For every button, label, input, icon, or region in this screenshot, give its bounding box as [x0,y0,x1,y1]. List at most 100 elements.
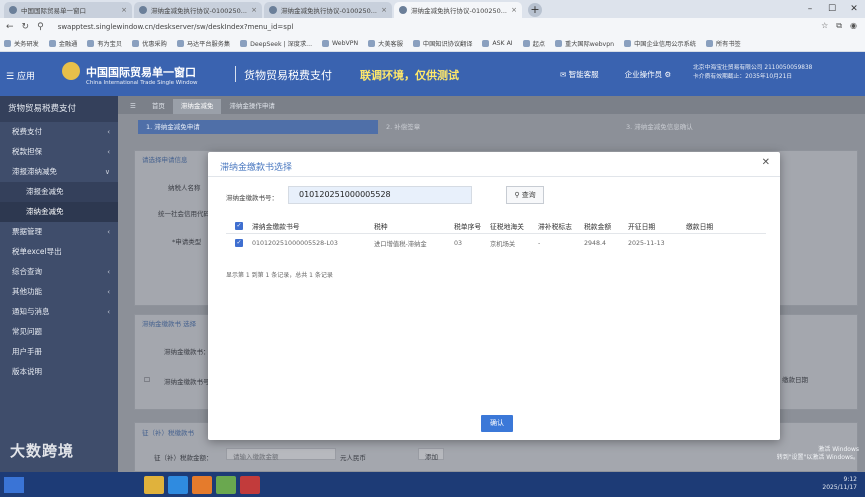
col-seq: 税单序号 [454,222,482,231]
row-checkbox[interactable]: ✓ [226,239,252,247]
bookmark[interactable]: 重大国际webvpn [555,39,614,48]
bookmark[interactable]: DeepSeek | 深度求... [240,39,312,48]
cell-amount: 2948.4 [584,239,607,247]
brand-title: 中国国际贸易单一窗口 [86,66,196,79]
sidebar-item-version[interactable]: 版本说明 [0,362,118,382]
add-button[interactable]: 添加 [418,448,444,461]
bookmarks-bar: 关务研发 金融通 有为宝贝 优惠采购 马达平台服务集 DeepSeek | 深度… [0,36,865,52]
table-row[interactable]: ✓ 010120251000005528-L03 进口增值税-滞纳金 03 京机… [226,234,766,252]
extensions-icon[interactable]: ⧉ [836,21,842,31]
brand-subtitle: China International Trade Single Window [86,80,198,86]
sidebar-item-late-reduction[interactable]: 滞报滞纳减免 ∨ [0,162,118,182]
bookmark[interactable]: WebVPN [322,40,358,47]
url-field[interactable]: swapptest.singlewindow.cn/deskserver/sw/… [58,23,294,31]
browser-app-icon[interactable] [192,475,212,494]
window-controls: – ☐ ✕ [799,0,865,18]
app-icon[interactable] [240,475,260,494]
maximize-icon[interactable]: ☐ [821,0,843,18]
refresh-icon[interactable]: ↻ [22,22,30,32]
lock-icon: ⚲ [37,22,44,32]
start-icon[interactable] [4,476,24,493]
receipt-label: 滞纳金缴款书： [164,348,210,356]
cell-customs: 京机场关 [490,240,516,248]
col-start-date: 开征日期 [628,222,656,231]
sidebar-item-tax-payment[interactable]: 税费支付 ‹ [0,122,118,142]
col-flag: 滞补税标志 [538,222,572,231]
bookmark[interactable]: 起点 [522,39,545,48]
site-icon [399,6,407,14]
minimize-icon[interactable]: – [799,0,821,18]
bookmark-icon [624,40,632,47]
close-icon[interactable]: × [121,6,127,14]
operator-button[interactable]: 企业操作员 ⚙ [625,69,672,80]
explorer-icon[interactable] [144,475,164,494]
step-3: 3. 滞纳金减免信息确认 [626,123,693,131]
star-icon[interactable]: ☆ [821,21,828,31]
tab-home[interactable]: 首页 [144,99,173,114]
ie-icon[interactable] [168,475,188,494]
browser-tab-active[interactable]: 滞纳金减免执行协议-0100250... × [394,2,522,18]
tab-late-fee[interactable]: 滞纳金减免 [172,99,222,114]
cell-seq: 03 [454,239,463,247]
bookmark[interactable]: 中国企业信用公示系统 [624,39,696,48]
confirm-button[interactable]: 确认 [481,415,513,432]
bookmark-icon [48,40,56,47]
back-icon[interactable]: ← [6,22,14,32]
sidebar-item-late-report-reduction[interactable]: 滞报金减免 [0,182,118,202]
sidebar-item-other[interactable]: 其他功能 ‹ [0,282,118,302]
logo-icon [62,62,80,80]
sidebar-item-tax-guarantee[interactable]: 税款担保 ‹ [0,142,118,162]
col-customs: 征税地海关 [490,222,524,231]
close-icon[interactable]: × [381,6,387,14]
amount-input[interactable]: 请输入缴款金额 [226,448,336,461]
search-button[interactable]: ⚲ 查询 [506,186,544,204]
sidebar-item-query[interactable]: 综合查询 ‹ [0,262,118,282]
bookmark[interactable]: 金融通 [48,39,77,48]
sidebar-item-manual[interactable]: 用户手册 [0,342,118,362]
sidebar-item-excel-export[interactable]: 税单excel导出 [0,242,118,262]
browser-tab[interactable]: 滞纳金减免执行协议-0100250... × [264,2,392,18]
sidebar-item-receipts[interactable]: 票据管理 ‹ [0,222,118,242]
bookmark[interactable]: 所有书签 [705,39,741,48]
bookmark[interactable]: 有为宝贝 [87,39,122,48]
sidebar-item-notice[interactable]: 通知与消息 ‹ [0,302,118,322]
check-icon: ✓ [235,239,243,247]
bookmark[interactable]: 马达平台服务集 [176,39,230,48]
profile-icon[interactable]: ◉ [850,21,857,31]
apply-type-label: *申请类型 [172,238,202,246]
bookmark[interactable]: ASK AI [482,40,513,47]
select-all-checkbox[interactable]: ✓ [226,221,252,230]
receipt-section-title: 滞纳金缴款书 选择 [142,320,197,328]
browser-tab[interactable]: 滞纳金减免执行协议-0100250... × [134,2,262,18]
sidebar-item-faq[interactable]: 常见问题 [0,322,118,342]
chevron-down-icon: ‹ [107,228,110,236]
chevron-down-icon: ‹ [107,128,110,136]
close-icon[interactable]: × [251,6,257,14]
new-tab-button[interactable]: + [528,3,542,17]
tab-late-fee-apply[interactable]: 滞纳金操作申请 [221,99,283,114]
folder-icon [705,40,713,47]
cell-start-date: 2025-11-13 [628,239,665,247]
close-icon[interactable]: ✕ [762,157,770,168]
bookmark[interactable]: 中国知识协议翻译 [412,39,472,48]
browser-tab[interactable]: 中国国际贸易单一窗口 × [4,2,132,18]
home-icon[interactable]: ☰ [122,99,144,114]
sidebar-item-late-fee-reduction[interactable]: 滞纳金减免 [0,202,118,222]
bookmark[interactable]: 关务研发 [4,39,39,48]
app-menu-button[interactable]: ☰ 应用 [6,69,35,82]
smart-service-button[interactable]: ✉ 智能客服 [560,69,599,80]
bookmark-icon [87,40,95,47]
app-icon[interactable] [216,475,236,494]
bg-checkbox[interactable]: ☐ [144,376,150,384]
close-window-icon[interactable]: ✕ [843,0,865,18]
chevron-down-icon: ‹ [107,268,110,276]
bookmark[interactable]: 优惠采购 [132,39,167,48]
close-icon[interactable]: × [511,6,517,14]
activation-notice: 激活 Windows 转到"设置"以激活 Windows。 [776,446,859,461]
cell-tax-type: 进口增值税-滞纳金 [374,240,427,248]
pagination-info: 显示第 1 到第 1 条记录，总共 1 条记录 [226,272,333,279]
receipt-no-label: 滞纳金缴款书号： [226,194,278,202]
receipt-no-input[interactable]: 010120251000005528 [288,186,472,204]
bookmark[interactable]: 大美客服 [368,39,403,48]
clock[interactable]: 9:12 2025/11/17 [822,476,857,492]
